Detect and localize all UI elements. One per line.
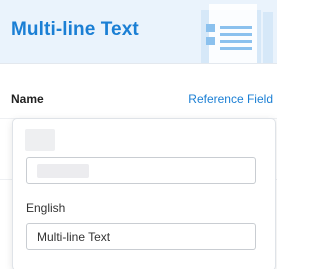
default-value-placeholder (37, 164, 89, 178)
english-translation-value: Multi-line Text (37, 230, 111, 244)
reference-field-link[interactable]: Reference Field (188, 92, 273, 106)
default-language-label-placeholder (25, 129, 55, 151)
english-language-label: English (26, 201, 66, 215)
document-lines-icon (201, 4, 273, 63)
form-panel: Multi-line Text Name Reference Field Eng… (0, 0, 277, 269)
translation-popover: English Multi-line Text (12, 118, 276, 269)
header: Multi-line Text (0, 0, 277, 64)
english-translation-input[interactable]: Multi-line Text (26, 223, 256, 250)
field-name-label: Name (11, 92, 44, 106)
page-title: Multi-line Text (11, 19, 139, 40)
default-value-input[interactable] (26, 157, 256, 184)
